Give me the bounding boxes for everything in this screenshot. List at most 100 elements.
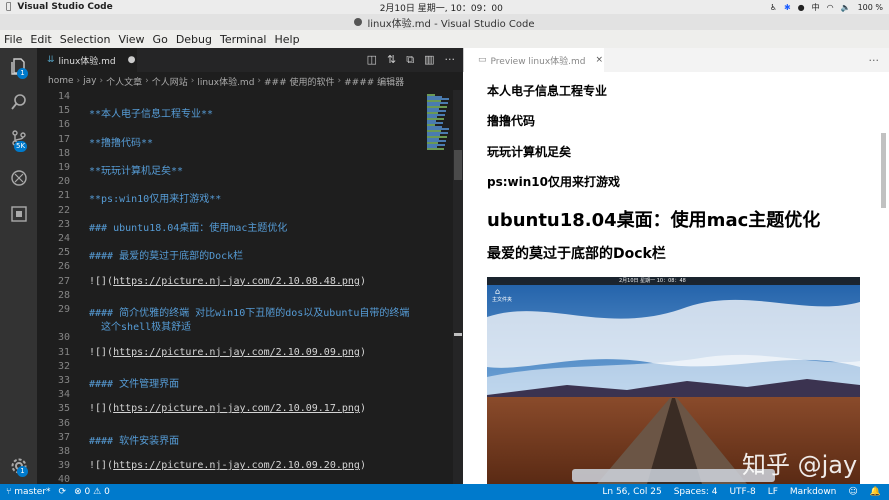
- encoding[interactable]: UTF-8: [729, 487, 755, 497]
- volume-icon[interactable]: 🔈: [841, 3, 851, 12]
- wifi-icon[interactable]: ◠: [827, 3, 834, 12]
- markdown-preview[interactable]: 本人电子信息工程专业 撸撸代码 玩玩计算机足矣 ps:win10仅用来打游戏 u…: [463, 72, 889, 484]
- preview-tab-label: Preview linux体验.md: [490, 56, 586, 67]
- problems-indicator[interactable]: ⊗ 0 ⚠ 0: [74, 487, 110, 497]
- breadcrumb: home › jay › 个人文章 › 个人网站 › linux体验.md › ### 使用的软件 ›…: [37, 72, 463, 90]
- branch-indicator[interactable]: ⑂ master*: [6, 487, 51, 497]
- line-number: 17: [57, 133, 70, 145]
- feedback-icon[interactable]: ☺: [848, 487, 857, 497]
- code-line[interactable]: **玩玩计算机足矣**: [89, 162, 183, 177]
- line-number: 21: [57, 190, 70, 202]
- home-folder-icon: ⌂: [495, 287, 501, 296]
- breadcrumb-separator: ›: [337, 76, 342, 86]
- code-line[interactable]: **撸撸代码**: [89, 134, 153, 149]
- extensions-icon[interactable]: [9, 204, 29, 224]
- menu-help[interactable]: Help: [271, 33, 304, 46]
- input-method-indicator[interactable]: 中: [812, 2, 820, 13]
- code-line[interactable]: ![](https://picture.nj-jay.com/2.10.08.4…: [89, 276, 366, 287]
- battery-indicator[interactable]: 100 %: [858, 3, 883, 12]
- open-preview-icon[interactable]: ◫: [367, 53, 377, 67]
- code-editor[interactable]: 14 15 **本人电子信息工程专业** 16 17 **撸撸代码** 18 19 **玩玩计算…: [37, 90, 427, 484]
- code-line[interactable]: ![](https://picture.nj-jay.com/2.10.09.2…: [89, 460, 366, 471]
- breadcrumb-item[interactable]: linux体验.md: [197, 75, 254, 88]
- breadcrumb-separator: ›: [76, 76, 81, 86]
- breadcrumb-item[interactable]: home: [48, 76, 74, 86]
- breadcrumb-item[interactable]: #### 编辑器: [344, 75, 404, 88]
- menu-bar: File Edit Selection View Go Debug Terminal Help: [0, 30, 889, 48]
- breadcrumb-item[interactable]: 个人文章: [106, 75, 142, 88]
- bluetooth-icon[interactable]: ✱: [784, 3, 791, 12]
- debug-icon[interactable]: [9, 168, 29, 188]
- code-line[interactable]: **ps:win10仅用来打游戏**: [89, 190, 221, 205]
- language-mode[interactable]: Markdown: [790, 487, 836, 497]
- status-bar: ⑂ master* ⟳ ⊗ 0 ⚠ 0 Ln 56, Col 25 Spaces…: [0, 484, 889, 500]
- git-compare-icon[interactable]: ⇅: [387, 53, 396, 67]
- line-number: 29: [57, 304, 70, 315]
- warning-icon: ⚠: [93, 487, 102, 497]
- settings-badge: 1: [17, 466, 28, 477]
- notifications-icon[interactable]: 🔔: [870, 487, 881, 497]
- preview-more-actions-icon[interactable]: ···: [869, 54, 880, 67]
- line-number: 38: [57, 446, 70, 457]
- more-actions-icon[interactable]: ···: [445, 53, 456, 67]
- window-title-bar: linux体验.md - Visual Studio Code: [0, 14, 889, 30]
- cursor-position[interactable]: Ln 56, Col 25: [602, 487, 661, 497]
- code-line[interactable]: **本人电子信息工程专业**: [89, 105, 213, 120]
- code-line[interactable]: #### 软件安装界面: [89, 432, 179, 447]
- line-number: 32: [57, 360, 70, 372]
- window-title: linux体验.md - Visual Studio Code: [367, 18, 535, 30]
- code-line[interactable]: ![](https://picture.nj-jay.com/2.10.09.0…: [89, 347, 366, 358]
- app-indicator-icon[interactable]: ●: [798, 3, 805, 12]
- preview-scrollbar-thumb[interactable]: [881, 133, 886, 208]
- menu-terminal[interactable]: Terminal: [216, 33, 271, 46]
- line-number: 19: [57, 162, 70, 173]
- code-line[interactable]: #### 简介优雅的终端 对比win10下丑陋的dos以及ubuntu自带的终端: [89, 304, 409, 319]
- minimap[interactable]: [427, 90, 453, 484]
- line-number: 24: [57, 233, 70, 244]
- search-icon[interactable]: [9, 92, 29, 112]
- line-number: 22: [57, 204, 70, 216]
- split-editor-icon[interactable]: ▥: [424, 53, 434, 67]
- menu-debug[interactable]: Debug: [172, 33, 216, 46]
- code-line[interactable]: #### 文件管理界面: [89, 375, 179, 390]
- tab-linux-md[interactable]: ⇊ linux体验.md ●: [37, 48, 137, 72]
- tab-preview[interactable]: ▭ Preview linux体验.md ×: [464, 48, 604, 72]
- breadcrumb-item[interactable]: jay: [83, 76, 96, 86]
- tab-close-icon[interactable]: ●: [128, 55, 136, 65]
- menu-view[interactable]: View: [114, 33, 148, 46]
- preview-heading-h4: 最爱的莫过于底部的Dock栏: [487, 246, 666, 262]
- end-of-line[interactable]: LF: [768, 487, 778, 497]
- tab-label: linux体验.md: [58, 56, 116, 67]
- menu-selection[interactable]: Selection: [56, 33, 115, 46]
- open-changes-icon[interactable]: ⧉: [406, 53, 414, 67]
- menu-go[interactable]: Go: [149, 33, 172, 46]
- preview-paragraph: 本人电子信息工程专业: [487, 84, 608, 98]
- menu-edit[interactable]: Edit: [26, 33, 55, 46]
- code-line[interactable]: 这个shell极其舒适: [89, 318, 191, 333]
- editor-tab-bar: ⇊ linux体验.md ● ◫ ⇅ ⧉ ▥ ···: [37, 48, 463, 72]
- editor-scrollbar[interactable]: [453, 90, 463, 484]
- menu-file[interactable]: File: [0, 33, 26, 46]
- editor-scrollbar-thumb[interactable]: [454, 150, 462, 180]
- apple-icon[interactable]: : [6, 2, 11, 12]
- active-app-name[interactable]: Visual Studio Code: [17, 2, 112, 12]
- preview-paragraph: 撸撸代码: [487, 114, 536, 128]
- accessibility-icon[interactable]: ♿: [770, 3, 777, 12]
- editor-actions: ◫ ⇅ ⧉ ▥ ···: [367, 53, 463, 67]
- code-line[interactable]: ### ubuntu18.04桌面：使用mac主题优化: [89, 219, 287, 234]
- preview-heading-h3: ubuntu18.04桌面：使用mac主题优化: [487, 210, 821, 231]
- breadcrumb-item[interactable]: 个人网站: [152, 75, 188, 88]
- line-number: 26: [57, 261, 70, 273]
- indentation[interactable]: Spaces: 4: [674, 487, 718, 497]
- source-control-badge: 5K: [14, 141, 28, 152]
- preview-tab-close-icon[interactable]: ×: [596, 55, 604, 65]
- minimap-line: [427, 148, 444, 150]
- code-line[interactable]: ![](https://picture.nj-jay.com/2.10.09.1…: [89, 403, 366, 414]
- error-icon: ⊗: [74, 487, 82, 497]
- system-clock[interactable]: 2月10日 星期一, 10：09：00: [380, 1, 503, 14]
- system-top-bar:  Visual Studio Code 2月10日 星期一, 10：09：00…: [0, 0, 889, 14]
- markdown-file-icon: ⇊: [47, 55, 55, 65]
- breadcrumb-item[interactable]: ### 使用的软件: [264, 75, 334, 88]
- code-line[interactable]: #### 最爱的莫过于底部的Dock栏: [89, 247, 243, 262]
- sync-icon[interactable]: ⟳: [59, 487, 67, 497]
